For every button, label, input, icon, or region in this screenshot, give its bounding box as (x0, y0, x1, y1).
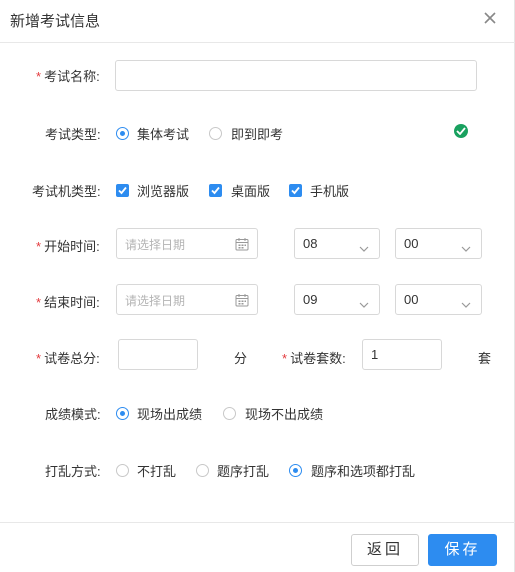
start-date-placeholder: 请选择日期 (125, 238, 186, 252)
dialog-header: 新增考试信息 (0, 0, 515, 43)
chevron-down-icon (461, 296, 471, 308)
back-button[interactable]: 返回 (351, 534, 419, 566)
required-mark: * (36, 239, 42, 254)
score-mode-option-not-onsite[interactable]: 现场不出成绩 (245, 404, 323, 423)
exam-client-type-row: 考试机类型: 浏览器版 桌面版 手机版 (0, 175, 515, 205)
shuffle-option-none[interactable]: 不打乱 (137, 461, 176, 480)
end-minute-value: 00 (404, 292, 419, 307)
shuffle-option-questions[interactable]: 题序打乱 (217, 461, 269, 480)
exam-type-row: 考试类型: 集体考试 即到即考 (0, 118, 515, 148)
shuffle-mode-row: 打乱方式: 不打乱 题序打乱 题序和选项都打乱 (0, 455, 515, 485)
exam-client-type-label: 考试机类型: (32, 184, 101, 199)
exam-name-input[interactable] (115, 60, 477, 91)
start-date-picker[interactable]: 请选择日期 (116, 228, 258, 259)
shuffle-radio-all[interactable] (289, 464, 302, 477)
required-mark: * (36, 295, 42, 310)
close-icon[interactable] (481, 8, 499, 28)
end-minute-select[interactable]: 00 (395, 284, 482, 315)
checkbox-desktop-label[interactable]: 桌面版 (231, 181, 270, 200)
chevron-down-icon (359, 240, 369, 252)
total-score-unit: 分 (234, 351, 248, 366)
checkbox-desktop[interactable] (209, 184, 222, 197)
checkbox-browser[interactable] (116, 184, 129, 197)
exam-type-label: 考试类型: (45, 127, 101, 142)
end-time-row: * 结束时间: 请选择日期 09 00 (0, 284, 515, 315)
end-hour-value: 09 (303, 292, 318, 307)
add-exam-dialog: 新增考试信息 * 考试名称: 考试类型: 集体考试 即到即考 考试机类型: 浏览器… (0, 0, 515, 572)
start-time-label: * 开始时间: (36, 239, 100, 254)
checkbox-browser-label[interactable]: 浏览器版 (137, 181, 189, 200)
start-hour-value: 08 (303, 236, 318, 251)
start-hour-select[interactable]: 08 (294, 228, 380, 259)
required-mark: * (282, 351, 288, 366)
save-button[interactable]: 保存 (428, 534, 497, 566)
end-date-picker[interactable]: 请选择日期 (116, 284, 258, 315)
end-date-placeholder: 请选择日期 (125, 294, 186, 308)
total-score-input[interactable] (118, 339, 198, 370)
start-minute-value: 00 (404, 236, 419, 251)
dialog-footer: 返回 保存 (0, 522, 515, 572)
checkbox-mobile[interactable] (289, 184, 302, 197)
paper-sets-label: * 试卷套数: (282, 351, 346, 366)
start-time-row: * 开始时间: 请选择日期 08 00 (0, 228, 515, 259)
required-mark: * (36, 69, 42, 84)
exam-type-option-instant[interactable]: 即到即考 (231, 124, 283, 143)
score-mode-radio-not-onsite[interactable] (223, 407, 236, 420)
chevron-down-icon (359, 296, 369, 308)
dialog-title: 新增考试信息 (10, 13, 101, 30)
start-minute-select[interactable]: 00 (395, 228, 482, 259)
calendar-icon (235, 237, 249, 251)
exam-name-row: * 考试名称: (0, 60, 515, 91)
exam-type-option-group[interactable]: 集体考试 (137, 124, 189, 143)
exam-type-radio-group[interactable] (116, 127, 129, 140)
checkbox-mobile-label[interactable]: 手机版 (310, 181, 349, 200)
paper-sets-value: 1 (371, 347, 379, 362)
shuffle-mode-label: 打乱方式: (45, 464, 101, 479)
shuffle-radio-questions[interactable] (196, 464, 209, 477)
total-score-label: * 试卷总分: (36, 351, 100, 366)
score-mode-option-onsite[interactable]: 现场出成绩 (137, 404, 202, 423)
paper-sets-input[interactable]: 1 (362, 339, 442, 370)
score-mode-label: 成绩模式: (45, 407, 101, 422)
calendar-icon (235, 293, 249, 307)
check-circle-icon (454, 124, 468, 138)
shuffle-radio-none[interactable] (116, 464, 129, 477)
chevron-down-icon (461, 240, 471, 252)
score-mode-radio-onsite[interactable] (116, 407, 129, 420)
end-time-label: * 结束时间: (36, 295, 100, 310)
end-hour-select[interactable]: 09 (294, 284, 380, 315)
paper-sets-unit: 套 (478, 351, 492, 366)
required-mark: * (36, 351, 42, 366)
exam-name-label: * 考试名称: (36, 69, 100, 84)
exam-type-radio-instant[interactable] (209, 127, 222, 140)
score-mode-row: 成绩模式: 现场出成绩 现场不出成绩 (0, 398, 515, 428)
shuffle-option-all[interactable]: 题序和选项都打乱 (311, 461, 415, 480)
score-row: * 试卷总分: 分 * 试卷套数: 1 套 (0, 339, 515, 370)
